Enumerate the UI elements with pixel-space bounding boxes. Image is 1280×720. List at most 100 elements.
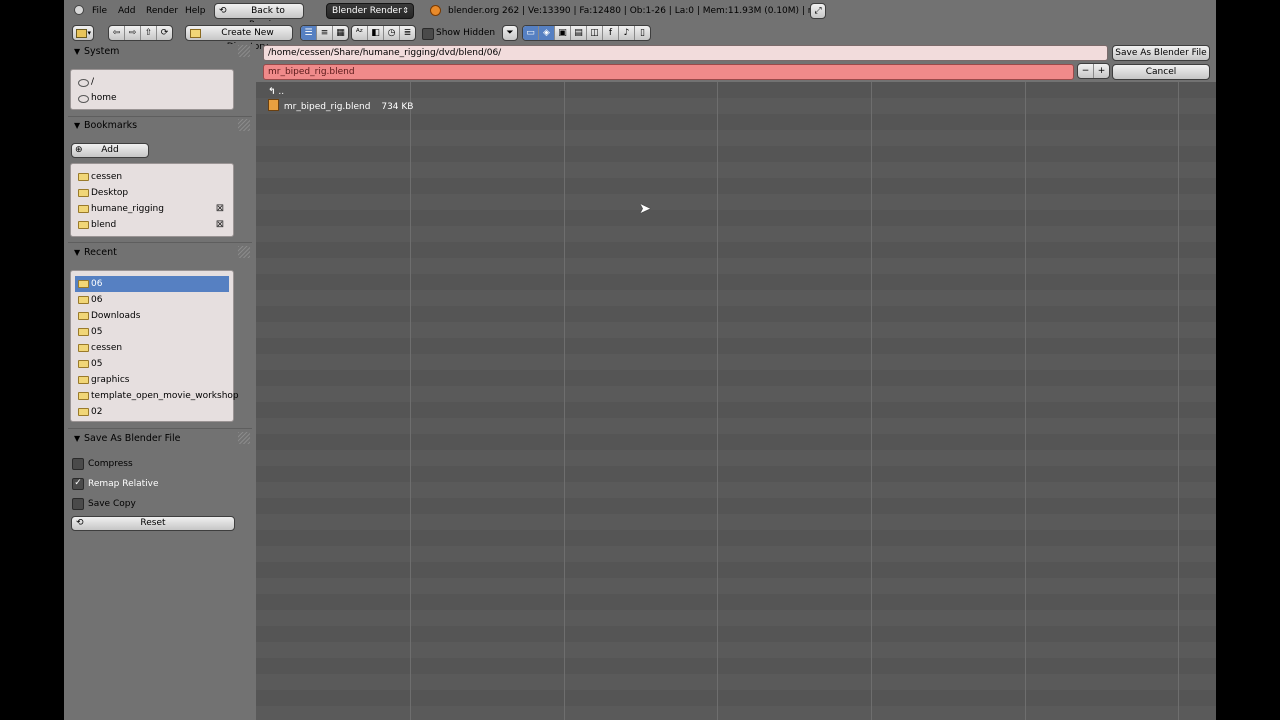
system-item[interactable]: / xyxy=(71,74,233,90)
save-as-blender-file-button[interactable]: Save As Blender File xyxy=(1112,45,1210,61)
reset-label: Reset xyxy=(140,518,166,528)
system-item-label: / xyxy=(91,77,95,87)
parent-arrow-icon: ↰ xyxy=(268,87,276,97)
recent-list: 06 06 Downloads 05 cessen 05 graphics te… xyxy=(70,270,239,422)
bookmarks-panel-header[interactable]: ▼ Bookmarks xyxy=(70,118,250,134)
save-copy-checkbox[interactable] xyxy=(72,498,84,510)
compress-checkbox[interactable] xyxy=(72,458,84,470)
remap-relative-label: Remap Relative xyxy=(88,479,159,489)
save-options-panel-title: Save As Blender File xyxy=(84,433,181,444)
menu-render[interactable]: Render xyxy=(146,6,178,16)
fullscreen-toggle[interactable]: ⤢ xyxy=(810,3,826,19)
file-size: 734 KB xyxy=(381,102,414,112)
render-engine-label: Blender Render xyxy=(332,6,402,16)
filter-sound-icon[interactable]: ♪ xyxy=(619,26,635,40)
info-header: File Add Render Help ⟲ Back to Previous … xyxy=(64,0,1216,30)
parent-directory-label: .. xyxy=(278,87,285,97)
collapse-triangle-icon: ▼ xyxy=(74,434,81,443)
sort-size-icon[interactable]: ≣ xyxy=(400,26,415,40)
filename-increment-buttons: − + xyxy=(1077,63,1110,79)
filter-type-buttons: ▭ ◈ ▣ ▤ ◫ f ♪ ▯ xyxy=(522,25,651,41)
recent-item[interactable]: 05 xyxy=(71,356,233,372)
collapse-triangle-icon: ▼ xyxy=(74,121,81,130)
panel-grip-icon[interactable] xyxy=(238,246,250,258)
minus-icon[interactable]: − xyxy=(1078,64,1094,78)
filter-blend-icon[interactable]: ◈ xyxy=(539,26,555,40)
sort-extension-icon[interactable]: ◧ xyxy=(368,26,384,40)
column-divider xyxy=(871,82,872,720)
back-arrow-icon[interactable]: ⇦ xyxy=(109,26,125,40)
thumbnails-icon[interactable]: ▦ xyxy=(333,26,348,40)
create-new-directory-button[interactable]: Create New Directory xyxy=(185,25,293,52)
recent-item[interactable]: 06 xyxy=(71,292,233,308)
remove-bookmark-icon[interactable]: ⊠ xyxy=(215,220,225,230)
filter-text-icon[interactable]: ▯ xyxy=(635,26,650,40)
recent-item[interactable]: graphics xyxy=(71,372,233,388)
recent-item-label: 02 xyxy=(91,407,103,417)
bookmark-item[interactable]: cessen xyxy=(71,169,233,185)
menu-add[interactable]: Add xyxy=(118,6,135,16)
filter-font-icon[interactable]: f xyxy=(603,26,619,40)
bookmark-item[interactable]: blend ⊠ xyxy=(71,217,233,233)
cancel-button[interactable]: Cancel xyxy=(1112,64,1210,80)
filename-input[interactable]: mr_biped_rig.blend xyxy=(263,64,1074,80)
bookmark-item[interactable]: Desktop xyxy=(71,185,233,201)
save-options-panel-header[interactable]: ▼ Save As Blender File xyxy=(70,431,250,447)
panel-grip-icon[interactable] xyxy=(238,45,250,57)
parent-directory-entry[interactable]: ↰ .. xyxy=(268,84,284,100)
detailed-list-icon[interactable]: ≡ xyxy=(317,26,333,40)
folder-icon xyxy=(78,221,89,229)
remap-relative-checkbox[interactable]: ✓ xyxy=(72,478,84,490)
recent-item[interactable]: 05 xyxy=(71,324,233,340)
recent-item[interactable]: 02 xyxy=(71,404,233,420)
bookmark-item[interactable]: humane_rigging ⊠ xyxy=(71,201,233,217)
recent-item[interactable]: cessen xyxy=(71,340,233,356)
file-entry[interactable]: mr_biped_rig.blend 734 KB xyxy=(268,99,413,115)
bookmark-item-label: cessen xyxy=(91,172,123,182)
back-to-previous-button[interactable]: ⟲ Back to Previous xyxy=(214,3,304,30)
system-item[interactable]: home xyxy=(71,90,233,106)
sort-alphabetical-icon[interactable]: ᴬᶻ xyxy=(352,26,368,40)
folder-icon xyxy=(78,360,89,368)
system-panel-header[interactable]: ▼ System xyxy=(70,44,250,60)
recent-item[interactable]: Downloads xyxy=(71,308,233,324)
sort-buttons: ᴬᶻ ◧ ◷ ≣ xyxy=(351,25,416,41)
blend-file-icon xyxy=(268,99,279,111)
scene-stats: blender.org 262 | Ve:13390 | Fa:12480 | … xyxy=(448,6,820,16)
menu-help[interactable]: Help xyxy=(185,6,206,16)
show-hidden-checkbox[interactable] xyxy=(422,28,434,40)
render-engine-select[interactable]: Blender Render ⇕ xyxy=(326,3,414,19)
folder-icon xyxy=(78,376,89,384)
plus-icon[interactable]: + xyxy=(1094,64,1109,78)
short-list-icon[interactable]: ☰ xyxy=(301,26,317,40)
folder-icon xyxy=(78,312,89,320)
compress-label: Compress xyxy=(88,459,133,469)
forward-arrow-icon[interactable]: ⇨ xyxy=(125,26,141,40)
directory-path-input[interactable]: /home/cessen/Share/humane_rigging/dvd/bl… xyxy=(263,45,1108,61)
filter-image-icon[interactable]: ▣ xyxy=(555,26,571,40)
sort-time-icon[interactable]: ◷ xyxy=(384,26,400,40)
panel-grip-icon[interactable] xyxy=(238,432,250,444)
editor-type-button[interactable]: ▾ xyxy=(72,25,94,41)
filter-toggle[interactable]: ⏷ xyxy=(502,25,518,41)
parent-directory-icon[interactable]: ⇧ xyxy=(141,26,157,40)
panel-grip-icon[interactable] xyxy=(238,119,250,131)
refresh-icon[interactable]: ⟳ xyxy=(157,26,172,40)
filter-movie-icon[interactable]: ▤ xyxy=(571,26,587,40)
recent-item[interactable]: template_open_movie_workshop xyxy=(71,388,239,404)
recent-panel-header[interactable]: ▼ Recent xyxy=(70,245,250,261)
editor-type-icon[interactable] xyxy=(74,5,84,15)
bookmarks-panel-title: Bookmarks xyxy=(84,120,138,131)
filter-script-icon[interactable]: ◫ xyxy=(587,26,603,40)
recent-item-label: 05 xyxy=(91,327,103,337)
remove-bookmark-icon[interactable]: ⊠ xyxy=(215,204,225,214)
recent-item[interactable]: 06 xyxy=(75,276,229,292)
add-bookmark-button[interactable]: ⊕ Add xyxy=(71,143,149,158)
panel-divider xyxy=(68,242,252,243)
recent-item-label: template_open_movie_workshop xyxy=(91,391,239,401)
panel-divider xyxy=(68,116,252,117)
reset-button[interactable]: ⟲ Reset xyxy=(71,516,235,531)
cancel-label: Cancel xyxy=(1145,67,1177,77)
filter-folder-icon[interactable]: ▭ xyxy=(523,26,539,40)
menu-file[interactable]: File xyxy=(92,6,107,16)
